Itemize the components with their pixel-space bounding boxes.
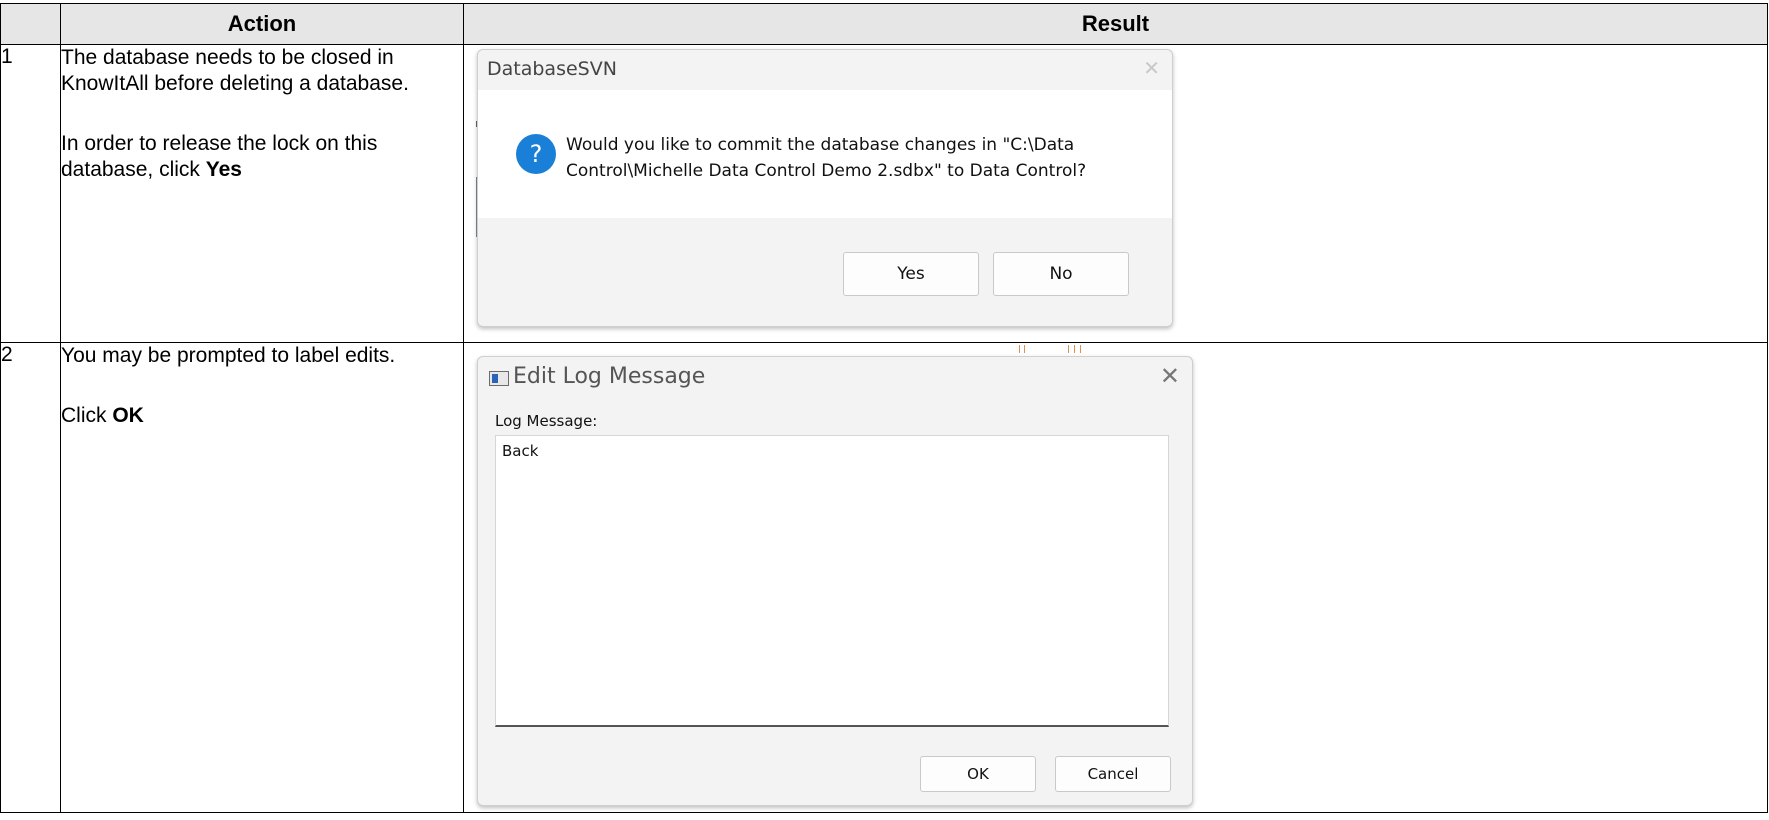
header-result: Result <box>463 3 1768 45</box>
dialog-body: ? Would you like to commit the database … <box>478 90 1172 218</box>
action-emphasis: OK <box>112 404 144 427</box>
action-text-prefix: Click <box>61 404 113 427</box>
question-icon: ? <box>516 134 556 174</box>
header-row: Action Result <box>0 3 1768 45</box>
background-fragment <box>1080 345 1081 353</box>
step-result: DatabaseSVN ✕ ? Would you like to commit… <box>463 44 1768 343</box>
action-emphasis: Yes <box>205 158 242 181</box>
cancel-button[interactable]: Cancel <box>1055 756 1171 792</box>
commit-dialog: DatabaseSVN ✕ ? Would you like to commit… <box>477 49 1173 327</box>
header-number <box>0 3 61 45</box>
step-result: Edit Log Message ✕ Log Message: Back OK … <box>463 342 1768 813</box>
window-icon <box>489 371 509 386</box>
dialog-title: Edit Log Message <box>513 364 706 389</box>
background-fragment <box>1024 345 1025 353</box>
step-action: The database needs to be closed in KnowI… <box>60 44 464 343</box>
background-fragment <box>1019 345 1020 353</box>
step-row-1: 1 The database needs to be closed in Kno… <box>0 44 1768 343</box>
dialog-title: DatabaseSVN <box>487 58 617 80</box>
action-text: Click OK <box>61 403 463 429</box>
dialog-message: Would you like to commit the database ch… <box>566 135 1087 181</box>
steps-table: Action Result 1 The database needs to be… <box>0 3 1768 813</box>
action-text: The database needs to be closed in KnowI… <box>61 46 409 95</box>
step-action: You may be prompted to label edits. Clic… <box>60 342 464 813</box>
yes-button[interactable]: Yes <box>843 252 979 296</box>
close-icon[interactable]: ✕ <box>1143 56 1160 80</box>
edit-log-dialog: Edit Log Message ✕ Log Message: Back OK … <box>477 356 1193 806</box>
ok-button[interactable]: OK <box>920 756 1036 792</box>
close-icon[interactable]: ✕ <box>1160 362 1180 390</box>
action-text: In order to release the lock on this dat… <box>61 131 463 183</box>
header-action: Action <box>60 3 464 45</box>
action-text: You may be prompted to label edits. <box>61 344 396 367</box>
step-number: 1 <box>0 44 61 343</box>
step-row-2: 2 You may be prompted to label edits. Cl… <box>0 342 1768 813</box>
no-button[interactable]: No <box>993 252 1129 296</box>
log-message-label: Log Message: <box>495 412 598 430</box>
step-number: 2 <box>0 342 61 813</box>
log-message-field[interactable]: Back <box>495 435 1169 727</box>
background-fragment <box>1068 345 1069 353</box>
background-fragment <box>1074 345 1075 353</box>
